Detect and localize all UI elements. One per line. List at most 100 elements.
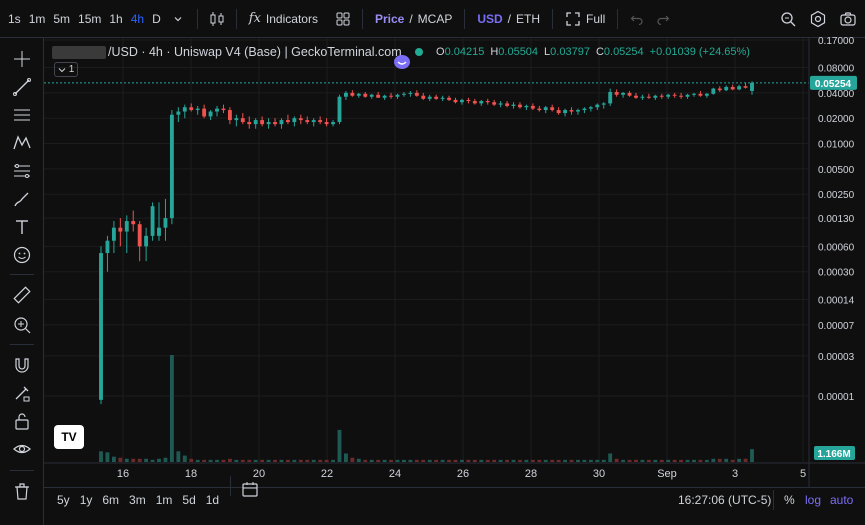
volume-bar [234, 459, 239, 462]
candle-body [331, 122, 335, 125]
time-tick-label: 16 [117, 468, 129, 480]
price-tick-label: 0.00030 [818, 268, 855, 279]
log-toggle[interactable]: log [805, 488, 821, 512]
volume-bar [363, 459, 368, 462]
candle-body [208, 111, 213, 117]
volume-bar [157, 458, 161, 462]
volume-bar [543, 459, 548, 462]
volume-bar [118, 457, 123, 462]
price-axis[interactable]: 0.17000 0.08000 0.04000 0.02000 0.01000 0.005… [808, 36, 857, 487]
volume-bar [556, 459, 561, 462]
candle-body [260, 120, 265, 125]
candle-body [582, 108, 587, 111]
time-tick-label: 24 [389, 468, 401, 480]
price-tick-label: 0.04000 [818, 89, 855, 100]
candle-body [627, 92, 632, 96]
volume-bar [414, 459, 419, 462]
candle-body [266, 122, 271, 125]
candle-body [414, 92, 419, 96]
volume-bar [698, 459, 703, 462]
candle-body [240, 118, 245, 123]
range-6m[interactable]: 6m [97, 493, 124, 507]
candle-body [447, 97, 451, 100]
volume-bar [144, 458, 149, 462]
tradingview-logo[interactable]: TV [54, 425, 84, 449]
candle-body [189, 107, 194, 111]
volume-bar [331, 459, 335, 462]
price-tick-label: 0.00007 [818, 321, 855, 332]
candle-body [195, 108, 200, 111]
range-1m[interactable]: 1m [151, 493, 178, 507]
volume-bar [350, 457, 355, 462]
volume-bar [285, 459, 290, 462]
change-value: +0.01039 (+24.65%) [649, 46, 750, 58]
volume-bar [743, 458, 748, 462]
volume-bar [369, 459, 374, 462]
range-1y[interactable]: 1y [75, 493, 98, 507]
volume-bar [724, 458, 729, 462]
candle-body [176, 111, 181, 115]
candle-body [737, 86, 742, 90]
volume-bar [627, 459, 632, 462]
candle-body [150, 206, 155, 236]
volume-bar [427, 459, 432, 462]
candle-body [440, 97, 445, 99]
percent-toggle[interactable]: % [784, 488, 795, 512]
volume-bar [402, 459, 406, 462]
volume-bar [672, 459, 677, 462]
close-key: C [595, 46, 604, 58]
candle-body [389, 95, 393, 97]
candle-body [472, 101, 477, 104]
volume-bar [595, 459, 600, 462]
candle-body [750, 82, 754, 91]
volume-bar [569, 459, 574, 462]
candle-body [369, 94, 374, 97]
auto-toggle[interactable]: auto [830, 488, 853, 512]
date-range-icon[interactable] [237, 476, 263, 502]
candle-body [337, 96, 342, 123]
candle-body [692, 93, 696, 95]
avatar[interactable] [394, 55, 410, 69]
candle-body [421, 95, 426, 99]
candle-body [234, 118, 239, 121]
volume-bar [640, 459, 645, 462]
toolbar-divider [773, 490, 774, 510]
volume-bar [382, 459, 387, 462]
candle-body [621, 92, 626, 95]
volume-bar [524, 459, 529, 462]
volume-bar [227, 458, 232, 462]
candle-body [646, 96, 651, 98]
time-axis[interactable]: 16 18 20 22 24 26 28 30 Sep 3 5 [44, 462, 865, 480]
candle-body [595, 104, 600, 108]
candle-body [356, 93, 361, 96]
range-5d[interactable]: 5d [177, 493, 200, 507]
range-1d[interactable]: 1d [201, 493, 224, 507]
candle-body [460, 99, 464, 103]
indicator-count: 1 [68, 64, 75, 75]
candle-body [530, 105, 535, 109]
price-tick-label: 0.00250 [818, 190, 855, 201]
volume-bar [247, 459, 252, 462]
candle-body [698, 93, 703, 96]
candle-body [653, 95, 658, 98]
volume-bar [421, 459, 426, 462]
candle-body [679, 95, 684, 97]
candle-body [608, 91, 613, 104]
volume-bar [105, 452, 110, 462]
candle-body [292, 118, 297, 123]
range-3m[interactable]: 3m [124, 493, 151, 507]
candle-body [640, 96, 645, 98]
legend-collapse-button[interactable]: 1 [54, 62, 78, 77]
candle-body [479, 101, 484, 104]
time-tick-label: 28 [525, 468, 537, 480]
candle-body [215, 108, 219, 112]
volume-bar [260, 459, 265, 462]
range-5y[interactable]: 5y [52, 493, 75, 507]
clock-readout[interactable]: 16:27:06 (UTC-5) [678, 488, 771, 512]
volume-bar [614, 458, 619, 462]
volume-bar [460, 459, 464, 462]
candle-body [466, 99, 471, 102]
candle-body [556, 110, 561, 114]
price-chart[interactable]: 0.17000 0.08000 0.04000 0.02000 0.01000 0.005… [0, 0, 865, 487]
candle-body [111, 227, 116, 241]
